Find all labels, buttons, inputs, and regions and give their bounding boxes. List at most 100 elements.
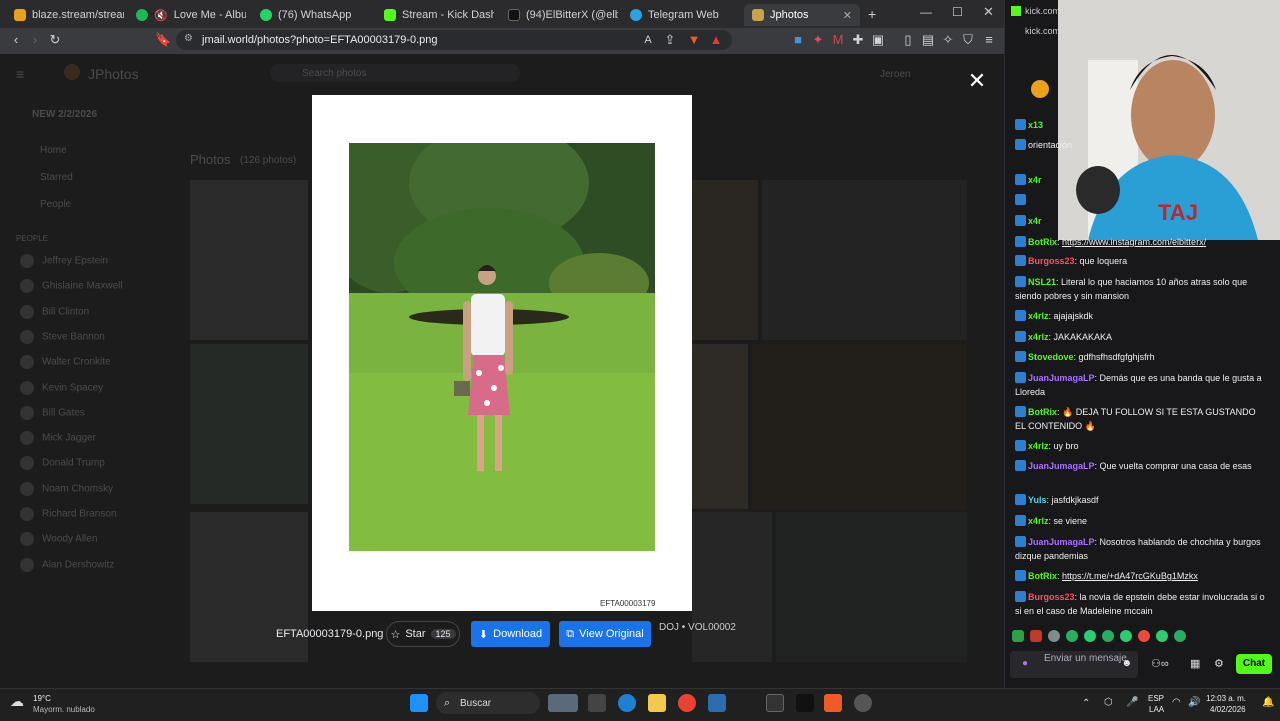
chat-message-text[interactable]: https://t.me/+dA47rcGKuBg1Mzkx (1062, 571, 1198, 581)
app-icon[interactable] (854, 694, 872, 712)
weather-icon[interactable]: ☁ (10, 693, 24, 710)
people-list-item[interactable]: Noam Chomsky (20, 481, 113, 496)
photo-tile[interactable] (762, 180, 967, 340)
chat-username[interactable]: Burgoss23 (1028, 256, 1075, 266)
people-list-item[interactable]: Richard Branson (20, 507, 116, 521)
windows-start-icon[interactable] (410, 694, 428, 712)
volume-icon[interactable]: 🔊 (1188, 697, 1200, 708)
tab-blaze[interactable]: blaze.stream/stream-sett (6, 4, 124, 26)
emote-icon[interactable] (1084, 630, 1096, 642)
download-button[interactable]: ⬇ Download (471, 621, 550, 647)
clock-date[interactable]: 4/02/2026 (1210, 705, 1246, 714)
people-list-item[interactable]: Bill Clinton (20, 304, 89, 319)
people-list-item[interactable]: Walter Cronkite (20, 355, 111, 370)
tab-whatsapp[interactable]: (76) WhatsApp (252, 4, 370, 26)
store-app-icon[interactable] (708, 694, 726, 712)
close-tab-icon[interactable]: ✕ (843, 9, 852, 22)
emote-icon[interactable] (1120, 630, 1132, 642)
chrome-icon[interactable] (678, 694, 696, 712)
photo-tile[interactable] (190, 344, 308, 504)
menu-icon[interactable]: ≡ (981, 32, 997, 48)
chat-username[interactable]: JuanJumagaLP (1028, 373, 1095, 383)
weather-description[interactable]: Mayorm. nublado (33, 705, 95, 714)
photo-tile[interactable] (692, 180, 758, 340)
obs-icon[interactable] (796, 694, 814, 712)
language-indicator[interactable]: ESP (1148, 694, 1164, 703)
hamburger-icon[interactable]: ≡ (16, 66, 24, 82)
language-indicator-secondary[interactable]: LAA (1149, 705, 1164, 714)
extension-translate-icon[interactable]: ■ (790, 32, 806, 48)
clock-time[interactable]: 12:03 a. m. (1206, 694, 1246, 703)
chat-username[interactable]: BotRix (1028, 571, 1057, 581)
brave-icon[interactable] (824, 694, 842, 712)
people-list-item[interactable]: Donald Trump (20, 456, 105, 471)
star-button[interactable]: ☆ Star 125 (386, 621, 460, 647)
terminal-icon[interactable] (766, 694, 784, 712)
tray-mic-icon[interactable]: 🎤 (1126, 697, 1138, 708)
edge-icon[interactable] (618, 694, 636, 712)
brave-rewards-icon[interactable]: ▲ (708, 32, 724, 48)
maximize-icon[interactable]: ☐ (952, 5, 963, 19)
tab-jphotos[interactable]: Jphotos ✕ (744, 4, 860, 26)
people-list-item[interactable]: Bill Gates (20, 405, 85, 420)
microphone-icon[interactable]: ● (1022, 658, 1028, 670)
people-list-item[interactable]: Alan Dershowitz (20, 557, 114, 572)
chat-username[interactable]: x4r (1028, 216, 1042, 226)
nav-starred[interactable]: Starred (40, 172, 73, 183)
chat-settings-icon[interactable]: ⚙ (1214, 657, 1224, 670)
tab-tiktok[interactable]: (94)ElBitterX (@elbitterx (500, 4, 618, 26)
site-info-icon[interactable]: ⚙ (184, 33, 193, 44)
people-list-item[interactable]: Kevin Spacey (20, 380, 103, 395)
emote-icon[interactable] (1030, 630, 1042, 642)
weather-temp[interactable]: 19°C (33, 694, 51, 703)
leo-ai-icon[interactable]: ✧ (940, 32, 956, 48)
people-list-item[interactable]: Jeffrey Epstein (20, 254, 108, 268)
brave-shield-icon[interactable]: ▼ (686, 32, 702, 48)
minimize-icon[interactable]: — (920, 5, 932, 19)
tray-app-icon[interactable]: ⬡ (1104, 697, 1113, 708)
wallet-icon[interactable]: ▤ (920, 32, 936, 48)
vpn-icon[interactable]: ⛉ (960, 32, 976, 48)
photo-tile[interactable] (190, 180, 308, 340)
search-highlight-icon[interactable] (548, 694, 578, 712)
reload-icon[interactable]: ↻ (47, 32, 63, 48)
sidebar-icon[interactable]: ▯ (900, 32, 916, 48)
points-icon[interactable]: ⚇∞ (1151, 657, 1169, 670)
tab-kick-dashboard[interactable]: Stream - Kick Dashboard (376, 4, 494, 26)
photo-tile[interactable] (776, 512, 967, 662)
chat-username[interactable]: x4r (1028, 175, 1042, 185)
back-icon[interactable]: ‹ (8, 32, 24, 48)
translate-icon[interactable]: A (640, 32, 656, 48)
extension-red-icon[interactable]: ✦ (810, 32, 826, 48)
chat-username[interactable]: Yuls (1028, 495, 1047, 505)
chat-message-input[interactable]: ● Enviar un mensaje ☻ (1010, 651, 1138, 678)
chat-username[interactable]: JuanJumagaLP (1028, 537, 1095, 547)
wifi-icon[interactable]: ◠ (1172, 697, 1181, 708)
store-icon[interactable]: ▦ (1190, 657, 1200, 670)
people-list-item[interactable]: Woody Allen (20, 532, 97, 547)
close-modal-button[interactable]: ✕ (962, 66, 992, 96)
file-explorer-icon[interactable] (648, 694, 666, 712)
tab-spotify[interactable]: 🔇Love Me - Album Ver (128, 4, 246, 26)
tray-chevron-icon[interactable]: ⌃ (1082, 698, 1090, 709)
chat-message-text[interactable]: https://www.instagram.com/elbitterx/ (1062, 237, 1206, 247)
photo-tile[interactable] (692, 512, 772, 662)
extension-m-icon[interactable]: M (830, 32, 846, 48)
signin-label[interactable]: Jeroen (880, 69, 911, 80)
emote-icon[interactable] (1174, 630, 1186, 642)
emoji-icon[interactable]: ☻ (1121, 658, 1132, 670)
emote-icon[interactable] (1102, 630, 1114, 642)
chat-username[interactable]: x4rlz (1028, 332, 1049, 342)
forward-icon[interactable]: › (27, 32, 43, 48)
chat-username[interactable]: Stovedove (1028, 352, 1074, 362)
people-list-item[interactable]: Steve Bannon (20, 329, 105, 344)
chat-username[interactable]: x4rlz (1028, 311, 1049, 321)
chat-username[interactable]: x4rlz (1028, 441, 1049, 451)
screenshot-icon[interactable]: ▣ (870, 32, 886, 48)
emote-icon[interactable] (1156, 630, 1168, 642)
extensions-puzzle-icon[interactable]: ✚ (850, 32, 866, 48)
task-view-icon[interactable] (588, 694, 606, 712)
mute-icon[interactable]: 🔇 (154, 9, 168, 22)
view-original-button[interactable]: ⧉ View Original (559, 621, 651, 647)
people-list-item[interactable]: Mick Jagger (20, 431, 96, 446)
